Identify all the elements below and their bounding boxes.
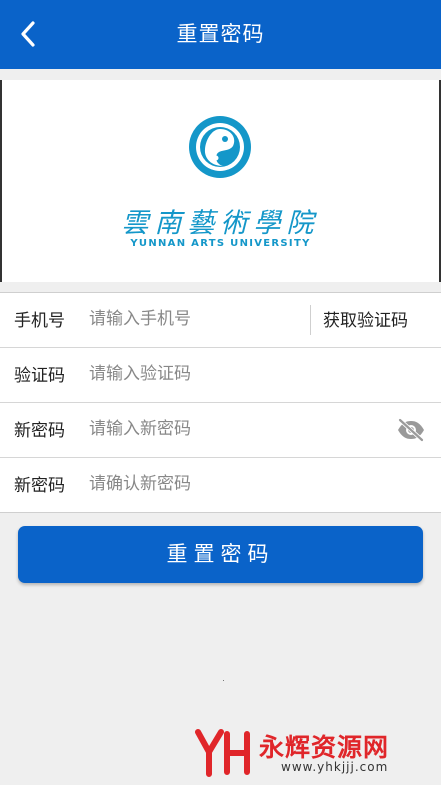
watermark-name: 永辉资源网 xyxy=(259,733,390,762)
code-row: 验证码 xyxy=(0,347,441,402)
code-label: 验证码 xyxy=(14,366,65,386)
confirm-password-row: 新密码 xyxy=(0,457,441,512)
get-code-button[interactable]: 获取验证码 xyxy=(323,293,408,347)
university-name-en: YUNNAN ARTS UNIVERSITY xyxy=(130,238,311,249)
reset-form: 手机号 获取验证码 验证码 新密码 新密码 xyxy=(0,292,441,513)
code-input[interactable] xyxy=(89,348,389,400)
university-emblem-icon xyxy=(189,116,251,178)
watermark-url: www.yhkjjj.com xyxy=(281,760,389,774)
university-name-cn: 雲南藝術學院 xyxy=(121,208,320,239)
phone-input[interactable] xyxy=(89,293,299,345)
reset-password-button[interactable]: 重置密码 xyxy=(18,526,423,583)
stray-dot xyxy=(223,680,224,681)
new-password-row: 新密码 xyxy=(0,402,441,457)
app-header: 重置密码 xyxy=(0,0,441,69)
new-password-label: 新密码 xyxy=(14,421,65,441)
eye-off-icon[interactable] xyxy=(396,417,426,443)
phone-row: 手机号 获取验证码 xyxy=(0,293,441,347)
new-password-input[interactable] xyxy=(89,403,389,455)
vertical-divider xyxy=(310,305,311,335)
watermark: 永辉资源网 www.yhkjjj.com xyxy=(195,728,435,778)
confirm-password-input[interactable] xyxy=(89,458,389,510)
confirm-password-label: 新密码 xyxy=(14,476,65,496)
phone-label: 手机号 xyxy=(14,311,65,331)
logo-banner: 雲南藝術學院 YUNNAN ARTS UNIVERSITY xyxy=(0,80,441,282)
watermark-logo-icon xyxy=(195,729,250,777)
page-title: 重置密码 xyxy=(176,22,265,46)
